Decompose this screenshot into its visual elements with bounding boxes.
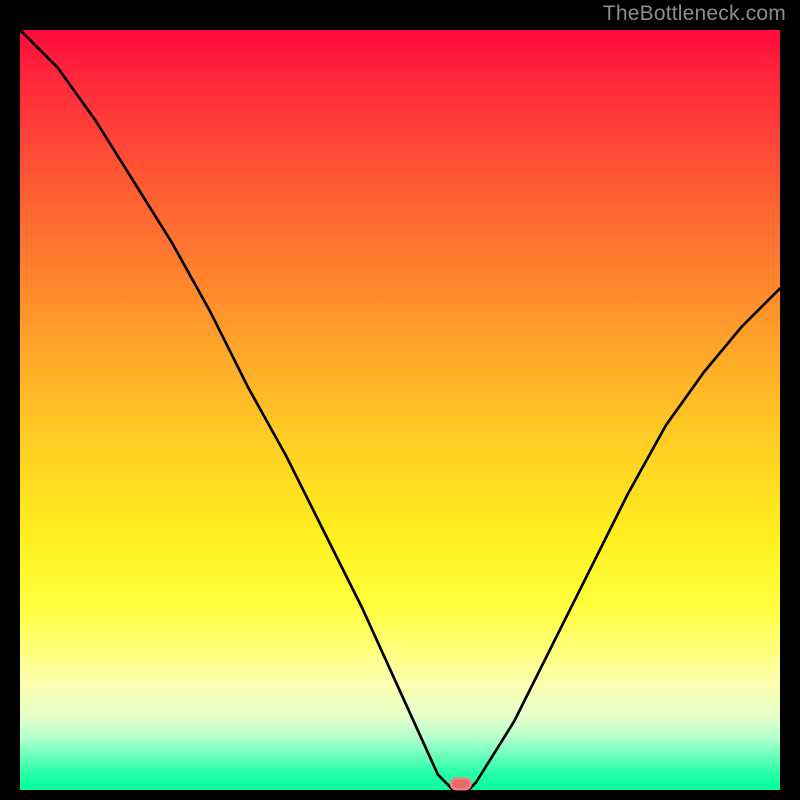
chart-frame: TheBottleneck.com — [0, 0, 800, 800]
watermark-text: TheBottleneck.com — [603, 2, 786, 26]
bottleneck-curve — [20, 30, 780, 790]
curve-layer — [20, 30, 780, 790]
plot-area — [20, 30, 780, 790]
optimal-marker — [451, 779, 471, 790]
